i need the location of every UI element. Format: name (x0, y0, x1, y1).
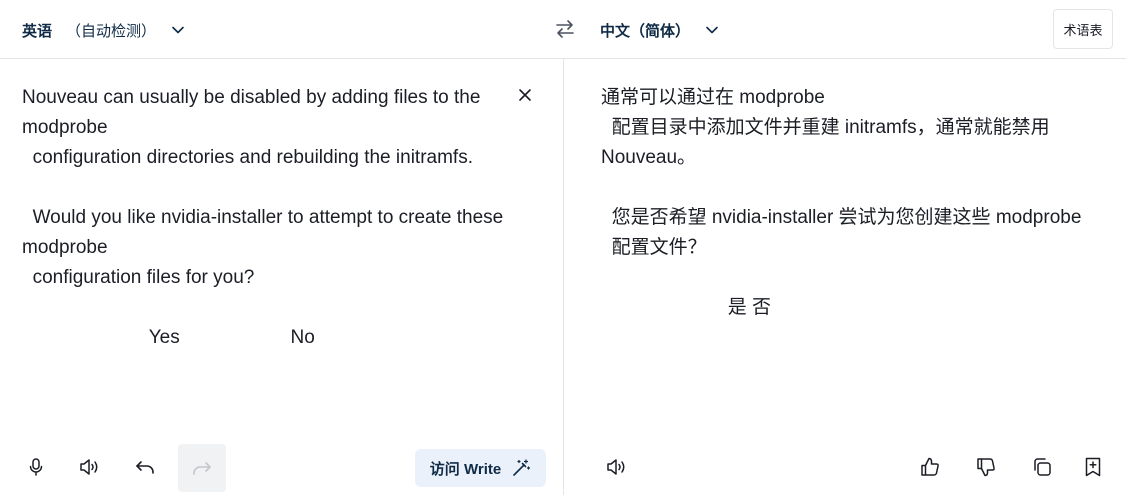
copy-icon (1034, 458, 1051, 476)
redo-button[interactable] (178, 444, 226, 492)
translator-app: 英语 （自动检测） 中文（简体） 术语表 Nouveau can usually… (0, 0, 1126, 495)
target-language-name: 中文（简体） (600, 22, 691, 40)
glossary-button[interactable]: 术语表 (1053, 9, 1113, 49)
undo-icon (136, 461, 154, 474)
listen-target-button[interactable] (597, 447, 637, 487)
bookmark-add-icon (1085, 457, 1101, 477)
target-language-selector[interactable]: 中文（简体） (600, 12, 720, 48)
save-translation-button[interactable] (1073, 447, 1113, 487)
microphone-icon (29, 458, 43, 476)
chevron-down-icon (704, 22, 720, 38)
copy-button[interactable] (1022, 447, 1062, 487)
source-language-name: 英语 (22, 22, 53, 40)
write-button[interactable]: 访问 Write (415, 449, 546, 487)
chevron-down-icon (170, 22, 186, 38)
speaker-icon (80, 459, 98, 475)
undo-button[interactable] (125, 447, 165, 487)
write-button-label: 访问 Write (429, 460, 502, 478)
swap-icon (556, 20, 574, 38)
panel-divider (563, 59, 564, 495)
clear-source-button[interactable] (514, 84, 536, 106)
magic-wand-icon (513, 459, 531, 476)
thumbs-down-icon (977, 458, 995, 477)
source-language-detect-label: （自动检测） (66, 22, 157, 40)
thumbs-up-icon (921, 457, 939, 476)
thumbs-up-button[interactable] (910, 447, 950, 487)
target-text-output: 通常可以通过在 modprobe 配置目录中添加文件并重建 initramfs，… (601, 87, 1082, 318)
redo-icon (193, 462, 211, 475)
swap-languages-button[interactable] (552, 16, 578, 42)
microphone-button[interactable] (16, 447, 56, 487)
source-language-selector[interactable]: 英语 （自动检测） (22, 12, 186, 48)
speaker-icon (607, 459, 625, 475)
thumbs-down-button[interactable] (966, 447, 1006, 487)
listen-source-button[interactable] (70, 447, 110, 487)
close-icon (519, 89, 531, 101)
source-text-input[interactable]: Nouveau can usually be disabled by addin… (22, 83, 510, 353)
language-bar: 英语 （自动检测） 中文（简体） 术语表 (0, 0, 1126, 59)
